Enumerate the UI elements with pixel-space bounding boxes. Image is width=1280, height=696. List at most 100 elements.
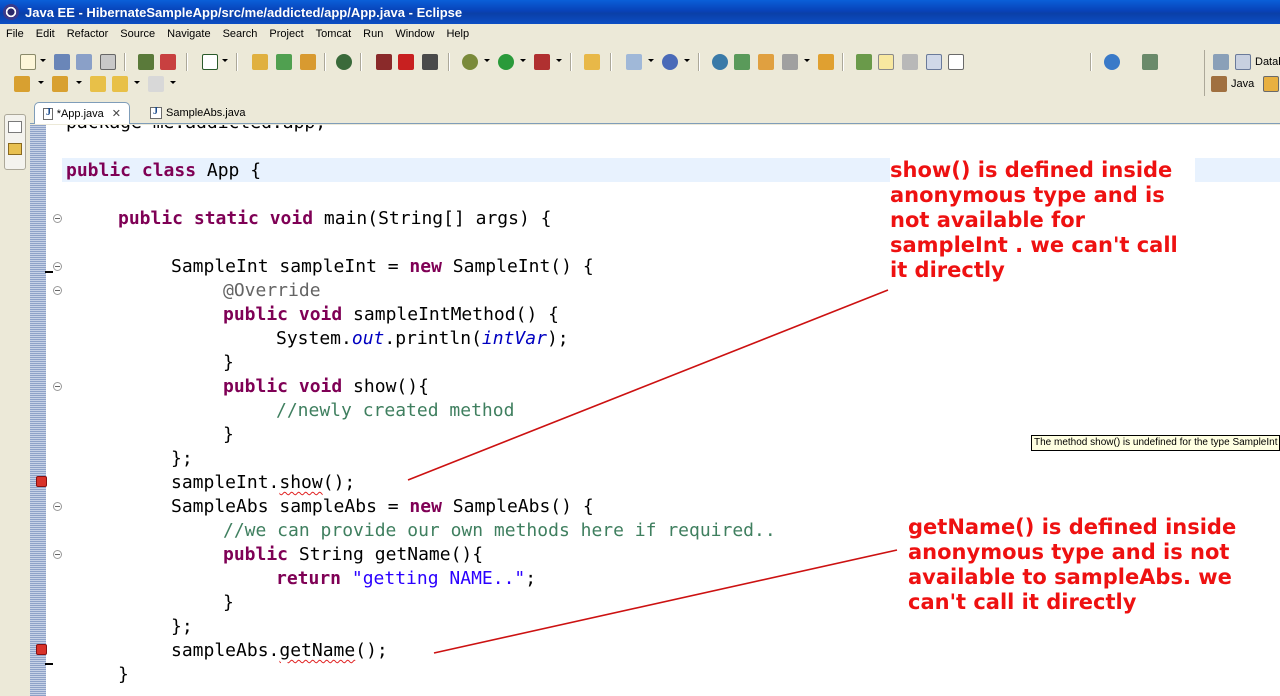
minimized-view-stack xyxy=(4,114,26,170)
code-line-main: public static void main(String[] args) { xyxy=(118,208,552,229)
run-icon[interactable] xyxy=(498,54,514,70)
code-line-println: System.out.println(intVar); xyxy=(276,328,569,349)
toolbar-separator xyxy=(448,53,450,71)
new-dropdown-icon[interactable] xyxy=(40,59,46,62)
fold-icon[interactable] xyxy=(53,502,62,511)
perspective-switcher: Datab Java xyxy=(1204,50,1280,96)
fold-icon[interactable] xyxy=(53,382,62,391)
menu-navigate[interactable]: Navigate xyxy=(161,28,216,40)
code-line-close-brace: } xyxy=(223,352,234,373)
database-perspective-icon[interactable] xyxy=(1235,54,1251,70)
fold-icon[interactable] xyxy=(53,262,62,271)
coverage-icon[interactable] xyxy=(336,54,352,70)
open-perspective-icon[interactable] xyxy=(1213,54,1229,70)
menu-file[interactable]: File xyxy=(0,28,30,40)
error-icon[interactable] xyxy=(36,644,47,655)
code-line-show-decl: public void show(){ xyxy=(223,376,429,397)
next-annotation-dropdown-icon[interactable] xyxy=(38,81,44,84)
new-icon[interactable] xyxy=(20,54,36,70)
forward-nav-dropdown-icon[interactable] xyxy=(170,81,176,84)
error-squiggle[interactable]: getName xyxy=(279,640,355,661)
menu-run[interactable]: Run xyxy=(357,28,389,40)
open-folder-icon[interactable] xyxy=(758,54,774,70)
toolbar-separator xyxy=(698,53,700,71)
new-service-icon[interactable] xyxy=(662,54,678,70)
code-line-class: public class App { xyxy=(66,160,262,181)
restart-server-icon[interactable] xyxy=(422,54,438,70)
print-icon[interactable] xyxy=(100,54,116,70)
debug-dropdown-icon[interactable] xyxy=(484,59,490,62)
fold-icon[interactable] xyxy=(53,550,62,559)
save-icon[interactable] xyxy=(54,54,70,70)
debug-icon[interactable] xyxy=(462,54,478,70)
left-trim-bar xyxy=(0,100,30,696)
menu-refactor[interactable]: Refactor xyxy=(61,28,115,40)
menu-window[interactable]: Window xyxy=(389,28,440,40)
window-title-bar[interactable]: Java EE - HibernateSampleApp/src/me/addi… xyxy=(0,0,1280,24)
toolbar-separator xyxy=(1090,53,1092,71)
toggle-mark-icon[interactable] xyxy=(856,54,872,70)
java-perspective-label[interactable]: Java xyxy=(1231,78,1254,90)
java-perspective-icon[interactable] xyxy=(1211,76,1227,92)
new-service-dropdown-icon[interactable] xyxy=(684,59,690,62)
open-resource-icon[interactable] xyxy=(276,54,292,70)
menu-tomcat[interactable]: Tomcat xyxy=(310,28,357,40)
bookmark-icon[interactable] xyxy=(818,54,834,70)
open-task-icon[interactable] xyxy=(584,54,600,70)
back-icon[interactable] xyxy=(112,76,128,92)
code-line-comment: //we can provide our own methods here if… xyxy=(223,520,776,541)
search-icon[interactable] xyxy=(734,54,750,70)
overview-ruler[interactable] xyxy=(30,125,46,696)
tab-sampleabs-java[interactable]: SampleAbs.java xyxy=(142,102,272,124)
globe-icon[interactable] xyxy=(1104,54,1120,70)
next-annotation-icon[interactable] xyxy=(14,76,30,92)
menu-search[interactable]: Search xyxy=(217,28,264,40)
back-dropdown-icon[interactable] xyxy=(134,81,140,84)
new-web-dropdown-icon[interactable] xyxy=(648,59,654,62)
new-web-icon[interactable] xyxy=(626,54,642,70)
toolbar-separator xyxy=(324,53,326,71)
show-whitespace-icon[interactable] xyxy=(948,54,964,70)
last-edit-location-icon[interactable] xyxy=(90,76,106,92)
restore-icon[interactable] xyxy=(8,121,22,133)
code-line-return: return "getting NAME.."; xyxy=(276,568,537,589)
tab-app-java[interactable]: *App.java ✕ xyxy=(34,102,130,124)
menu-edit[interactable]: Edit xyxy=(30,28,61,40)
menu-help[interactable]: Help xyxy=(440,28,475,40)
fold-icon[interactable] xyxy=(53,286,62,295)
package-explorer-icon[interactable] xyxy=(8,143,22,155)
error-squiggle[interactable]: show xyxy=(279,472,322,493)
debug-server-icon[interactable] xyxy=(376,54,392,70)
server-icon[interactable] xyxy=(160,54,176,70)
menu-source[interactable]: Source xyxy=(114,28,161,40)
close-icon[interactable]: ✕ xyxy=(112,107,121,120)
forward-icon[interactable] xyxy=(1142,54,1158,70)
external-tools-icon[interactable] xyxy=(534,54,550,70)
pin-dropdown-icon[interactable] xyxy=(804,59,810,62)
block-selection-icon[interactable] xyxy=(902,54,918,70)
task-dropdown-icon[interactable] xyxy=(222,59,228,62)
deploy-icon[interactable] xyxy=(138,54,154,70)
pin-icon[interactable] xyxy=(782,54,798,70)
external-tools-dropdown-icon[interactable] xyxy=(556,59,562,62)
stop-server-icon[interactable] xyxy=(398,54,414,70)
previous-annotation-icon[interactable] xyxy=(52,76,68,92)
task-icon[interactable] xyxy=(202,54,218,70)
database-perspective-label[interactable]: Datab xyxy=(1255,56,1280,68)
open-type-icon[interactable] xyxy=(252,54,268,70)
web-browser-icon[interactable] xyxy=(712,54,728,70)
error-icon[interactable] xyxy=(36,476,47,487)
show-source-icon[interactable] xyxy=(926,54,942,70)
navigation-toolbar xyxy=(0,72,1280,96)
editor-tab-bar: *App.java ✕ SampleAbs.java xyxy=(30,100,1280,124)
menu-project[interactable]: Project xyxy=(263,28,309,40)
fold-icon[interactable] xyxy=(53,214,62,223)
save-all-icon[interactable] xyxy=(76,54,92,70)
highlight-icon[interactable] xyxy=(878,54,894,70)
forward-nav-icon[interactable] xyxy=(148,76,164,92)
new-package-icon[interactable] xyxy=(300,54,316,70)
code-line-comment: //newly created method xyxy=(276,400,515,421)
run-dropdown-icon[interactable] xyxy=(520,59,526,62)
java-ee-perspective-icon[interactable] xyxy=(1263,76,1279,92)
previous-annotation-dropdown-icon[interactable] xyxy=(76,81,82,84)
